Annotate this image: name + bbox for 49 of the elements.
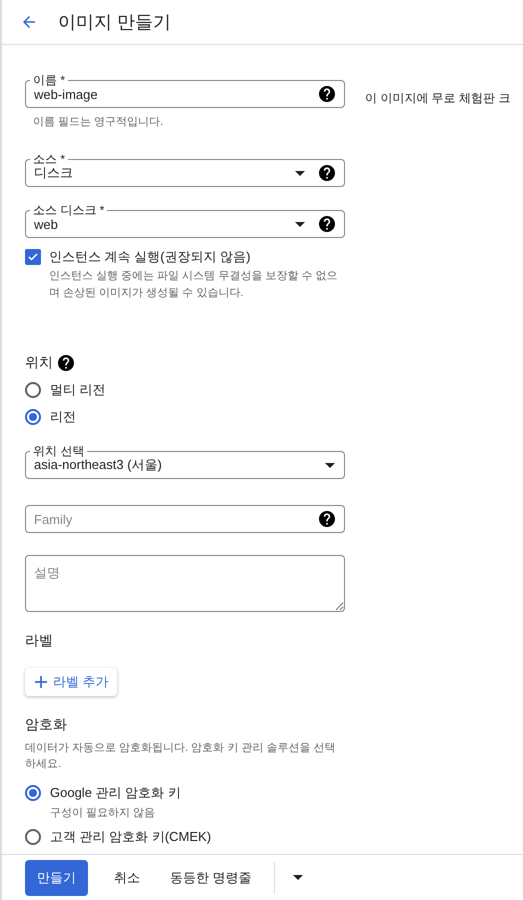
help-icon[interactable] [319,511,335,528]
help-icon[interactable] [319,216,335,232]
caret-icon [295,222,305,227]
caret-icon [325,462,335,468]
checkbox-description: 인스턴스 실행 중에는 파일 시스템 무결성을 보장할 수 없으며 손상된 이미지가 생성될 수 있습니다. [49,269,338,302]
field-label: 소스 디스크 * [30,203,108,218]
caret-icon [295,170,305,176]
info-text: 이 이미지에 무로 체험판 크 [365,90,510,107]
field-label: 이름 * [30,73,68,87]
radio-label: Google 관리 암호화 키 [50,784,181,802]
field-label: 위치 선택 [30,444,88,458]
selected-value: 디스크 [34,164,74,182]
section-heading: 위치 [25,354,53,372]
field-label: 소스 * [30,152,68,166]
description-field[interactable]: 설명 [25,555,345,612]
caret-icon [292,875,303,880]
text-button[interactable]: 취소 [102,860,152,896]
family-input[interactable]: Family [34,512,305,527]
radio-button[interactable] [25,829,41,845]
input-field[interactable]: 이름 * web-image [25,72,345,108]
help-icon[interactable] [319,165,335,182]
selected-value: asia-northeast3 (서울) [34,457,163,474]
add-label-button[interactable]: 라벨 추가 [25,668,117,696]
select-field[interactable]: 소스 디스크 * web [25,202,345,238]
selected-value: web [34,216,59,232]
radio-label: 멀티 리전 [50,381,106,400]
select-field[interactable]: 소스 * 디스크 [25,151,345,188]
create-button[interactable]: 만들기 [25,860,88,896]
radio-description: 구성이 필요하지 않음 [50,806,156,820]
input-text: web-image [34,86,305,102]
radio-button[interactable] [25,785,41,801]
radio-label: 고객 관리 암호화 키(CMEK) [50,828,212,846]
checkmark-icon [27,251,39,264]
help-icon[interactable] [58,355,74,372]
plus-icon [35,676,47,688]
select-field[interactable]: 위치 선택 asia-northeast3 (서울) [25,443,345,480]
checkbox[interactable] [25,249,41,266]
section-heading: 암호화 [25,716,67,734]
text-button[interactable]: 동등한 명령줄 [158,860,264,896]
section-description: 데이터가 자동으로 암호화됩니다. 암호화 키 관리 솔루션을 선택하세요. [25,741,336,772]
radio-button[interactable] [25,409,41,426]
help-icon[interactable] [319,86,335,102]
helper-text: 이름 필드는 영구적입니다. [33,115,164,130]
section-heading: 라벨 [25,632,53,650]
page-title: 이미지 만들기 [58,11,172,34]
text-field[interactable]: Family [25,497,345,534]
radio-button[interactable] [25,382,41,398]
radio-label: 리전 [50,408,76,426]
checkbox-label: 인스턴스 계속 실행(권장되지 않음) [49,248,252,266]
